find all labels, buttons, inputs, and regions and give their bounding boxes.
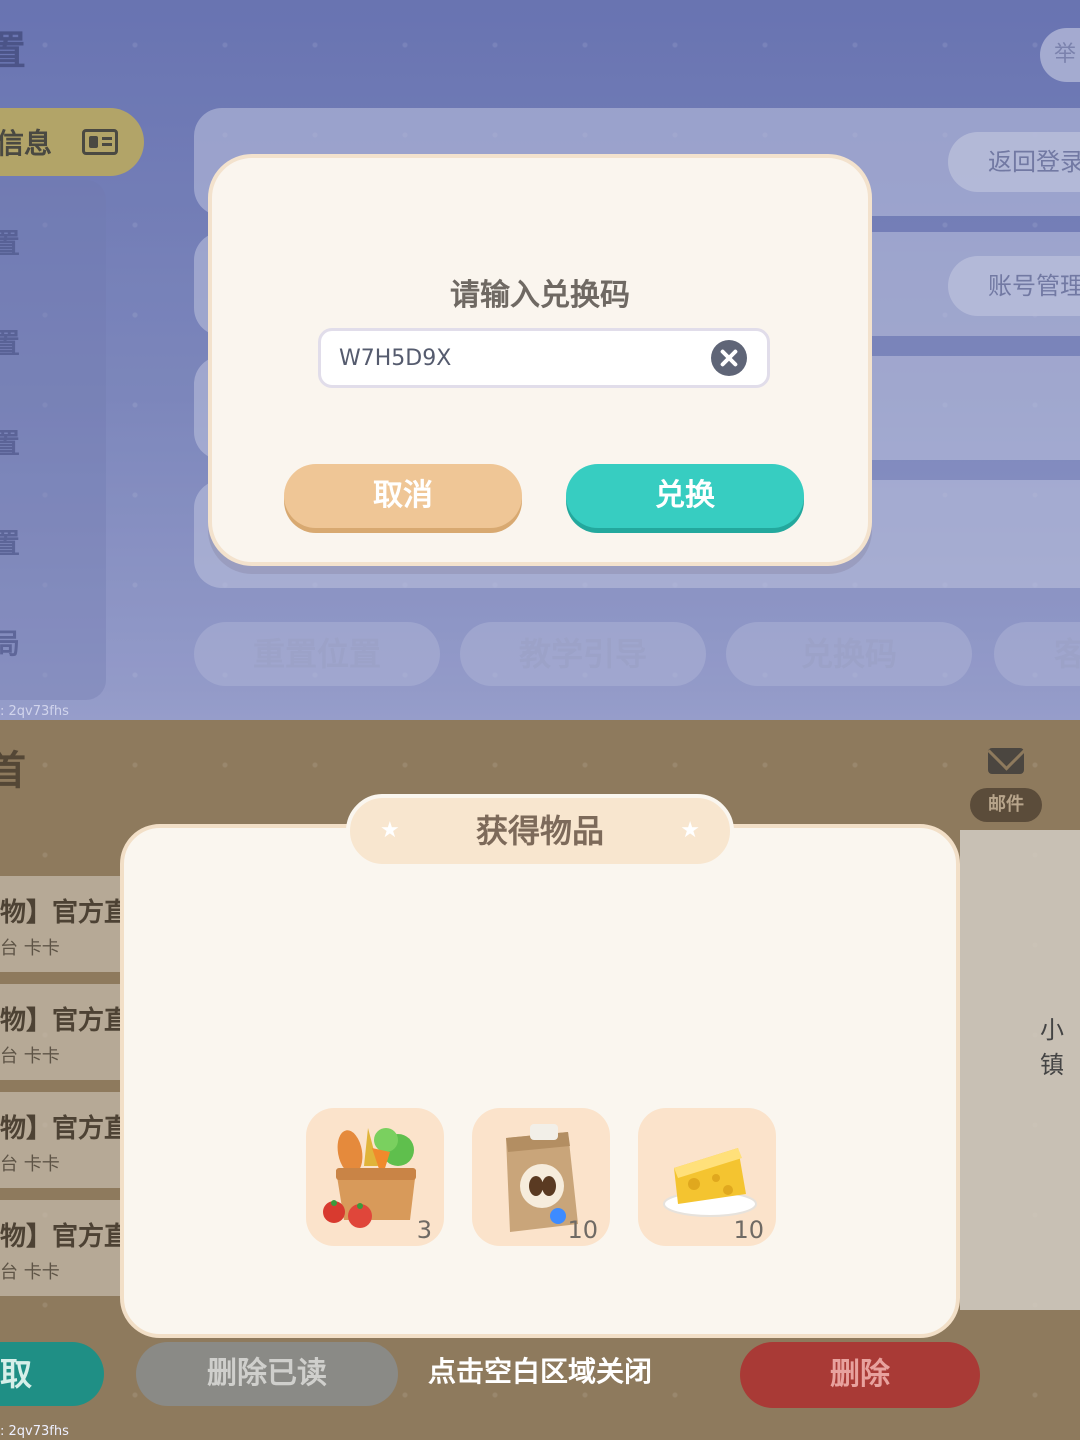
mail-detail-text: 小镇 xyxy=(1040,1016,1064,1079)
mail-sender: 台 卡卡 xyxy=(0,1154,60,1175)
mail-list-item[interactable]: 物】官方直 台 卡卡 xyxy=(0,984,140,1080)
reward-dialog-title: ★ 获得物品 ★ xyxy=(346,794,734,868)
reward-dialog: 3 10 10 xyxy=(120,824,960,1338)
clear-icon[interactable] xyxy=(711,340,747,376)
redeem-code-dialog: 请输入兑换码 W7H5D9X 取消 兑换 xyxy=(208,154,872,566)
mail-sender: 台 卡卡 xyxy=(0,1046,60,1067)
page-title: 首 xyxy=(0,748,26,794)
mail-sender: 台 卡卡 xyxy=(0,1262,60,1283)
tab-mail[interactable]: 邮件 xyxy=(970,788,1042,822)
mail-title: 物】官方直 xyxy=(0,1114,131,1144)
settings-screen: 置 举 信息 置 置 置 置 局 返回登录 账号管理 重置位置 教学引导 兑换码… xyxy=(0,0,1080,720)
mail-screen: 首 邮件 小镇 物】官方直 台 卡卡 物】官方直 台 卡卡 物】官方直 台 卡卡… xyxy=(0,720,1080,1440)
redeem-code-input[interactable]: W7H5D9X xyxy=(318,328,770,388)
watermark: : 2qv73fhs xyxy=(0,1424,69,1439)
dialog-title: 请输入兑换码 xyxy=(450,278,630,313)
star-icon: ★ xyxy=(380,818,400,843)
item-quantity: 3 xyxy=(416,1216,432,1244)
reward-title-text: 获得物品 xyxy=(475,812,604,850)
mail-title: 物】官方直 xyxy=(0,1006,131,1036)
item-quantity: 10 xyxy=(567,1216,598,1244)
mail-sender: 台 卡卡 xyxy=(0,938,60,959)
mail-title: 物】官方直 xyxy=(0,1222,131,1252)
star-icon: ★ xyxy=(680,818,700,843)
cancel-button[interactable]: 取消 xyxy=(284,464,522,528)
redeem-button[interactable]: 兑换 xyxy=(566,464,804,528)
mail-title: 物】官方直 xyxy=(0,898,131,928)
mail-list-item[interactable]: 物】官方直 台 卡卡 xyxy=(0,1092,140,1188)
redeem-code-value: W7H5D9X xyxy=(339,345,452,371)
mail-list-item[interactable]: 物】官方直 台 卡卡 xyxy=(0,1200,140,1296)
item-quantity: 10 xyxy=(733,1216,764,1244)
reward-item[interactable]: 3 xyxy=(306,1108,444,1246)
close-hint[interactable]: 点击空白区域关闭 xyxy=(0,1350,1080,1390)
reward-item[interactable]: 10 xyxy=(472,1108,610,1246)
mail-icon[interactable] xyxy=(988,748,1024,774)
reward-item[interactable]: 10 xyxy=(638,1108,776,1246)
mail-list-item[interactable]: 物】官方直 台 卡卡 xyxy=(0,876,140,972)
